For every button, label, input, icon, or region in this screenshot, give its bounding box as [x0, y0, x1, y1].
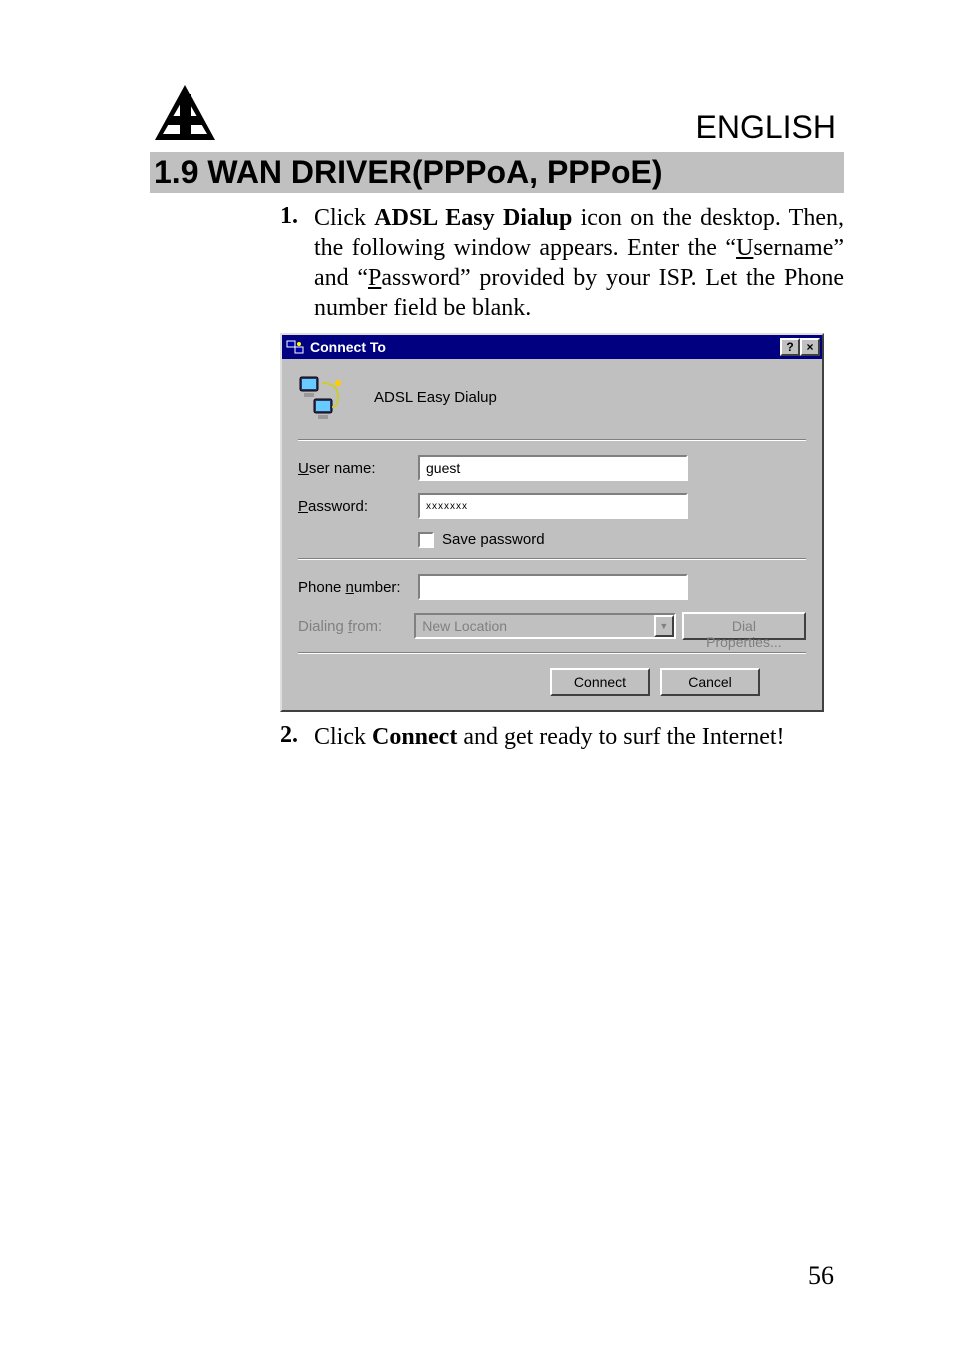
page-number: 56 [808, 1261, 834, 1291]
password-row: Password: [298, 493, 806, 519]
cancel-button[interactable]: Cancel [660, 668, 760, 696]
divider [298, 439, 806, 441]
button-text: ial Properties... [706, 618, 781, 650]
dialog-top-row: ADSL Easy Dialup [298, 373, 806, 421]
username-label: User name: [298, 460, 418, 477]
password-label: Password: [298, 498, 418, 515]
label-text: ave password [452, 531, 545, 548]
instruction-text: Click Connect and get ready to surf the … [314, 722, 785, 752]
divider [298, 558, 806, 560]
instruction-number: 2. [280, 722, 314, 752]
save-password-checkbox[interactable] [418, 532, 434, 548]
mnemonic: n [346, 579, 354, 596]
mnemonic: D [732, 618, 742, 634]
brand-logo [150, 80, 220, 150]
dialing-from-select: New Location ▼ [414, 613, 676, 639]
close-button[interactable]: × [800, 338, 820, 356]
chevron-down-icon: ▼ [654, 615, 674, 637]
mnemonic: U [298, 460, 309, 477]
label-text: rom: [352, 618, 382, 635]
titlebar[interactable]: Connect To ? × [282, 335, 822, 359]
username-row: User name: [298, 455, 806, 481]
instruction-number: 1. [280, 203, 314, 323]
label-text: Phone [298, 579, 346, 596]
dialup-icon [286, 338, 304, 356]
label-text: umber: [354, 579, 401, 596]
embedded-screenshot: Connect To ? × [280, 333, 844, 712]
text-underline: P [368, 265, 381, 291]
dial-properties-button: Dial Properties... [682, 612, 806, 640]
instruction-item: 1. Click ADSL Easy Dialup icon on the de… [280, 203, 844, 323]
text-underline: U [736, 235, 753, 261]
text-segment: assword” provided by your ISP. Let the P… [314, 265, 844, 321]
text-segment: Click [314, 205, 374, 231]
text-segment: Click [314, 724, 372, 750]
instruction-text: Click ADSL Easy Dialup icon on the deskt… [314, 203, 844, 323]
save-password-label: Save password [442, 531, 545, 548]
divider [298, 652, 806, 654]
label-text: Dialing [298, 618, 348, 635]
document-header: ENGLISH [150, 80, 844, 150]
username-input[interactable] [418, 455, 688, 481]
section-heading: 1.9 WAN DRIVER(PPPoA, PPPoE) [150, 152, 844, 193]
dialog-body: ADSL Easy Dialup User name: Password: Sa… [282, 359, 822, 710]
save-password-row: Save password [418, 531, 806, 548]
label-text: ser name: [309, 460, 376, 477]
mnemonic: P [298, 498, 308, 515]
connect-to-dialog: Connect To ? × [280, 333, 824, 712]
phone-number-row: Phone number: [298, 574, 806, 600]
text-segment: and get ready to surf the Internet! [457, 724, 784, 750]
phone-number-input[interactable] [418, 574, 688, 600]
dialing-from-row: Dialing from: New Location ▼ Dial Proper… [298, 612, 806, 640]
modem-icon [298, 373, 350, 421]
connect-button[interactable]: Connect [550, 668, 650, 696]
text-bold: Connect [372, 724, 457, 750]
dialog-title: Connect To [310, 339, 780, 355]
language-label: ENGLISH [696, 109, 844, 146]
password-input[interactable] [418, 493, 688, 519]
phone-number-label: Phone number: [298, 579, 418, 596]
label-text: assword: [308, 498, 368, 515]
dialog-footer: Connect Cancel [298, 668, 806, 696]
dialing-from-label: Dialing from: [298, 618, 414, 635]
select-value: New Location [416, 618, 654, 634]
instructions-list-2: 2. Click Connect and get ready to surf t… [150, 722, 844, 752]
mnemonic: S [442, 531, 452, 548]
connection-name-label: ADSL Easy Dialup [374, 389, 497, 406]
help-button[interactable]: ? [780, 338, 800, 356]
text-bold: ADSL Easy Dialup [374, 205, 572, 231]
instruction-item: 2. Click Connect and get ready to surf t… [280, 722, 844, 752]
instructions-list: 1. Click ADSL Easy Dialup icon on the de… [150, 203, 844, 323]
